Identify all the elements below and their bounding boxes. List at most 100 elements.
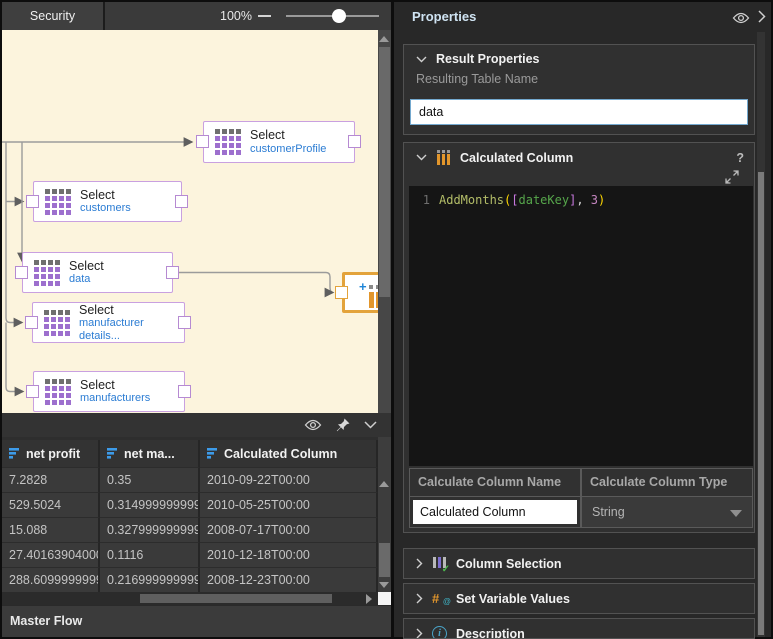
flow-node-select-manufacturers[interactable]: Select manufacturers	[33, 371, 185, 412]
node-title: Select	[250, 128, 326, 142]
scrollbar-thumb[interactable]	[758, 172, 764, 635]
dropdown-caret-icon	[730, 510, 742, 517]
input-port[interactable]	[25, 316, 38, 329]
section-title: Calculated Column	[460, 151, 573, 165]
table-grid-icon	[44, 310, 70, 336]
calculate-column-type-dropdown[interactable]: String	[581, 497, 753, 528]
column-header-net-profit[interactable]: net profit	[2, 440, 100, 467]
input-port[interactable]	[335, 286, 348, 299]
table-cell: 0.35	[100, 467, 200, 492]
preview-pin-button[interactable]	[336, 418, 350, 432]
input-port[interactable]	[26, 385, 39, 398]
tab-security[interactable]: Security	[2, 2, 105, 30]
section-set-variable-values[interactable]: #@ Set Variable Values	[403, 583, 755, 614]
zoom-slider-thumb[interactable]	[332, 9, 346, 23]
flow-node-select-data[interactable]: Select data	[22, 252, 173, 293]
scroll-right-icon[interactable]	[366, 594, 372, 604]
table-cell: 0.32799999999999	[100, 517, 200, 542]
input-port[interactable]	[196, 135, 209, 148]
calculated-column-icon	[436, 150, 451, 165]
flow-canvas[interactable]: Select customerProfile Select customers …	[2, 30, 378, 413]
flow-node-select-customerProfile[interactable]: Select customerProfile	[203, 121, 355, 163]
calculate-column-type-header: Calculate Column Type	[581, 468, 753, 497]
column-bars-icon	[107, 448, 119, 459]
resulting-table-name-label: Resulting Table Name	[404, 70, 754, 86]
code-token: 3	[591, 193, 598, 207]
table-grid-icon	[45, 379, 71, 405]
set-variable-values-icon: #@	[432, 591, 447, 606]
scrollbar-thumb[interactable]	[140, 594, 332, 603]
info-icon: i	[432, 626, 447, 639]
section-column-selection[interactable]: ✓ Column Selection	[403, 548, 755, 579]
scroll-down-icon[interactable]	[379, 582, 389, 588]
table-cell: 15.088	[2, 517, 100, 542]
scrollbar-corner	[378, 592, 391, 605]
table-cell: 7.2828	[2, 467, 100, 492]
chevron-right-icon	[416, 558, 423, 569]
section-description[interactable]: i Description	[403, 618, 755, 639]
help-icon[interactable]: ?	[736, 151, 744, 165]
preview-eye-button[interactable]	[304, 419, 322, 431]
calculate-column-name-input[interactable]	[413, 500, 577, 524]
section-header-calculated-column[interactable]: Calculated Column ?	[404, 143, 754, 169]
table-cell: 27.4016390400000	[2, 542, 100, 567]
table-vertical-scrollbar[interactable]	[378, 437, 391, 592]
output-port[interactable]	[178, 385, 191, 398]
node-subtitle: manufacturer details...	[79, 317, 184, 342]
column-header-label: net profit	[26, 447, 80, 461]
table-horizontal-scrollbar[interactable]	[2, 592, 378, 605]
code-token: [	[511, 193, 518, 207]
code-token: dateKey	[519, 193, 570, 207]
calculated-column-icon: +	[359, 282, 378, 308]
scrollbar-thumb[interactable]	[379, 47, 390, 297]
node-title: Select	[79, 303, 184, 317]
properties-panel: Properties Result Propert	[394, 2, 771, 637]
section-title: Result Properties	[436, 52, 540, 66]
zoom-out-icon[interactable]	[258, 15, 271, 17]
selected-type-value: String	[592, 505, 625, 519]
scrollbar-thumb[interactable]	[379, 543, 390, 577]
scroll-up-icon[interactable]	[379, 481, 389, 487]
table-cell: 529.5024	[2, 492, 100, 517]
master-flow-label[interactable]: Master Flow	[10, 614, 82, 628]
section-title: Column Selection	[456, 557, 562, 571]
eye-icon	[304, 419, 322, 431]
column-header-calculated-column[interactable]: Calculated Column	[200, 440, 378, 467]
output-port[interactable]	[175, 195, 188, 208]
section-title: Description	[456, 627, 525, 639]
output-port[interactable]	[178, 316, 191, 329]
resulting-table-name-input[interactable]	[410, 99, 748, 125]
column-header-net-margin[interactable]: net ma...	[100, 440, 200, 467]
canvas-vertical-scrollbar[interactable]	[378, 30, 391, 413]
output-port[interactable]	[166, 266, 179, 279]
code-line: 1 AddMonths([dateKey], 3)	[409, 193, 753, 207]
column-header-label: net ma...	[124, 447, 175, 461]
chevron-down-icon	[416, 154, 427, 161]
section-result-properties: Result Properties Resulting Table Name	[403, 44, 755, 135]
column-bars-icon	[9, 448, 21, 459]
code-token: AddMonths	[439, 193, 504, 207]
input-port[interactable]	[15, 266, 28, 279]
column-bars-icon	[207, 448, 219, 459]
table-cell: 0.1116	[100, 542, 200, 567]
preview-collapse-button[interactable]	[364, 421, 377, 429]
flow-node-select-manufacturer-details[interactable]: Select manufacturer details...	[32, 302, 185, 343]
table-cell: 288.6099999999999	[2, 567, 100, 592]
properties-eye-button[interactable]	[732, 11, 750, 29]
scroll-up-icon[interactable]	[379, 36, 389, 42]
table-grid-icon	[45, 189, 71, 215]
column-selection-icon: ✓	[432, 556, 447, 571]
output-port[interactable]	[348, 135, 361, 148]
chevron-down-icon	[416, 56, 427, 63]
properties-scrollbar[interactable]	[757, 32, 765, 637]
code-expression: AddMonths([dateKey], 3)	[439, 193, 605, 207]
calculate-column-name-header: Calculate Column Name	[409, 468, 581, 497]
chevron-down-icon	[364, 421, 377, 429]
section-header-result-properties[interactable]: Result Properties	[404, 45, 754, 70]
input-port[interactable]	[26, 195, 39, 208]
table-cell: 2010-12-18T00:00	[200, 542, 378, 567]
flow-node-select-customers[interactable]: Select customers	[33, 181, 182, 222]
table-cell: 0.21699999999999	[100, 567, 200, 592]
expression-code-editor[interactable]: 1 AddMonths([dateKey], 3)	[409, 186, 753, 466]
properties-collapse-button[interactable]	[758, 10, 766, 28]
